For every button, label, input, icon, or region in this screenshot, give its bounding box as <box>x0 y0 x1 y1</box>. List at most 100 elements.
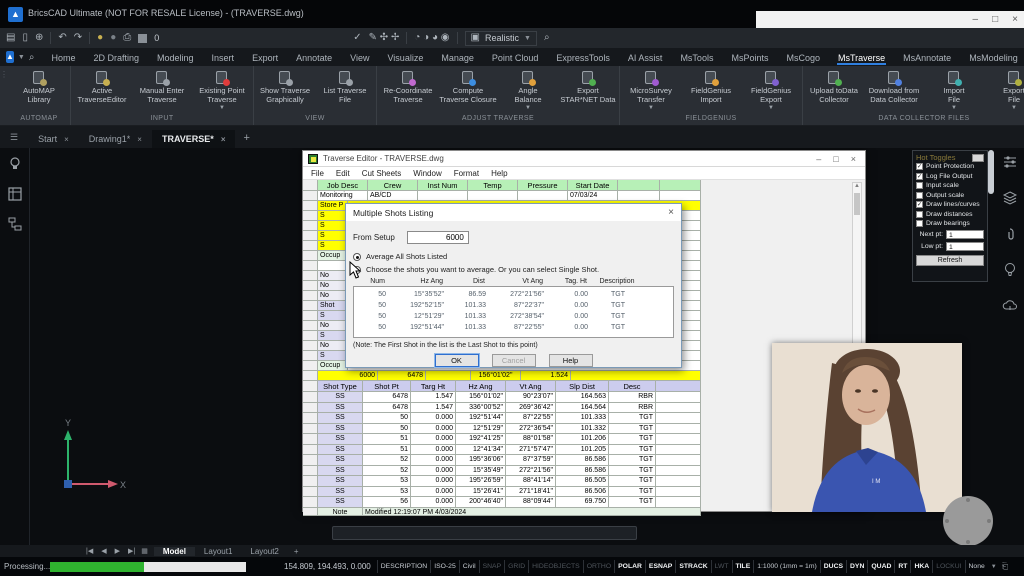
add-layout-button[interactable]: + <box>288 547 305 556</box>
editor-maximize-button[interactable]: □ <box>833 154 838 164</box>
status-dyn[interactable]: DYN <box>846 560 867 573</box>
table-cell[interactable]: 0.000 <box>411 466 456 477</box>
table-cell[interactable] <box>303 321 318 331</box>
table-cell[interactable]: S <box>318 311 348 321</box>
menu-help[interactable]: Help <box>491 169 507 178</box>
table-cell[interactable]: 86.586 <box>556 455 609 466</box>
sheet-set-icon[interactable] <box>7 186 23 202</box>
table-cell[interactable] <box>303 231 318 241</box>
table-cell[interactable] <box>303 434 318 445</box>
ribbon-tab-2d-drafting[interactable]: 2D Drafting <box>84 50 148 65</box>
table-cell[interactable]: Inst Num <box>418 180 468 191</box>
table-cell[interactable] <box>303 301 318 311</box>
table-cell[interactable] <box>656 487 701 498</box>
table-cell[interactable]: 86.505 <box>556 476 609 487</box>
checkbox-icon[interactable]: ✓ <box>916 201 923 208</box>
status-none[interactable]: None <box>965 560 988 573</box>
ribbon-button-existing-point[interactable]: Existing Point Traverse▼ <box>193 68 251 111</box>
status-strack[interactable]: STRACK <box>675 560 710 573</box>
table-cell[interactable]: 156°01'02" <box>471 371 521 381</box>
ribbon-search-icon[interactable]: ⌕ <box>29 52 35 63</box>
table-cell[interactable]: SS <box>318 455 363 466</box>
table-cell[interactable]: 15°26'41" <box>456 487 506 498</box>
ribbon-tab-msmodeling[interactable]: MsModeling <box>960 50 1024 65</box>
undo-icon[interactable]: ↶ <box>58 31 66 45</box>
table-cell[interactable] <box>656 434 701 445</box>
table-cell[interactable]: 101.332 <box>556 424 609 435</box>
ribbon-tab-visualize[interactable]: Visualize <box>378 50 432 65</box>
status-lockui[interactable]: LOCKUI <box>932 560 964 573</box>
ribbon-tab-ai-assist[interactable]: AI Assist <box>619 50 672 65</box>
table-cell[interactable]: TGT <box>609 434 656 445</box>
ribbon-tab-modeling[interactable]: Modeling <box>148 50 203 65</box>
table-cell[interactable]: SS <box>318 434 363 445</box>
ribbon-button-compute[interactable]: Compute Traverse Closure <box>439 68 497 104</box>
table-cell[interactable]: Occup <box>318 361 348 371</box>
low-pt-field[interactable]: 1 <box>946 242 984 251</box>
table-cell[interactable] <box>656 455 701 466</box>
ribbon-tab-mstraverse[interactable]: MsTraverse <box>829 50 894 65</box>
doc-tabs-menu-icon[interactable]: ☰ <box>0 132 28 148</box>
table-cell[interactable]: Shot <box>318 301 348 311</box>
table-cell[interactable]: 56 <box>363 497 411 508</box>
toggle-input-scale[interactable]: Input scale <box>916 181 984 191</box>
table-cell[interactable]: S <box>318 241 348 251</box>
layer-color-swatch[interactable] <box>138 34 147 43</box>
table-cell[interactable]: 192°51'44" <box>456 413 506 424</box>
ribbon-button-import[interactable]: Import File▼ <box>925 68 983 111</box>
table-cell[interactable] <box>303 466 318 477</box>
table-cell[interactable]: Start Date <box>568 180 618 191</box>
status-civil[interactable]: Civil <box>459 560 479 573</box>
table-cell[interactable]: 51 <box>363 434 411 445</box>
traverse-editor-titlebar[interactable]: Traverse Editor - TRAVERSE.dwg – □ × <box>303 151 865 167</box>
average-all-radio[interactable] <box>353 253 361 261</box>
status-rt[interactable]: RT <box>894 560 910 573</box>
open-icon[interactable]: ⊕ <box>35 31 43 45</box>
checkbox-icon[interactable] <box>916 192 923 199</box>
ribbon-tab-home[interactable]: Home <box>42 50 84 65</box>
ribbon-tab-annotate[interactable]: Annotate <box>287 50 341 65</box>
table-cell[interactable] <box>660 180 701 191</box>
annotate-tools-icons[interactable]: ✎ ✣ ✢ <box>369 31 400 45</box>
ribbon-button-download-from[interactable]: Download from Data Collector <box>865 68 923 104</box>
menu-file[interactable]: File <box>311 169 324 178</box>
ribbon-button-manual-enter[interactable]: Manual Enter Traverse <box>133 68 191 104</box>
toggle-draw-bearings[interactable]: Draw bearings <box>916 219 984 229</box>
table-cell[interactable]: 6000 <box>318 371 378 381</box>
table-cell[interactable] <box>303 351 318 361</box>
status-description[interactable]: DESCRIPTION <box>377 560 430 573</box>
ribbon-drag-handle[interactable]: ⋮ <box>0 66 8 125</box>
table-cell[interactable]: RBR <box>609 392 656 403</box>
table-cell[interactable]: 07/03/24 <box>568 191 618 201</box>
table-cell[interactable]: S <box>318 351 348 361</box>
table-cell[interactable] <box>303 271 318 281</box>
table-cell[interactable]: 272°36'54" <box>506 424 556 435</box>
table-cell[interactable] <box>571 371 701 381</box>
status-iso-25[interactable]: ISO-25 <box>430 560 459 573</box>
table-cell[interactable]: Modified 12:19:07 PM 4/03/2024 <box>363 508 701 516</box>
table-cell[interactable]: SS <box>318 424 363 435</box>
table-cell[interactable]: 87°22'55" <box>506 413 556 424</box>
table-cell[interactable]: 86.586 <box>556 466 609 477</box>
table-cell[interactable]: SS <box>318 413 363 424</box>
shots-list-row[interactable]: 5015°35'52"86.59272°21'56"0.00TGT <box>354 289 673 300</box>
lightbulb-icon[interactable] <box>7 156 23 172</box>
table-cell[interactable]: TGT <box>609 487 656 498</box>
table-cell[interactable]: Shot Type <box>318 381 363 392</box>
table-cell[interactable]: 101.205 <box>556 445 609 456</box>
ribbon-button-fieldgenius[interactable]: FieldGenius Import <box>682 68 740 104</box>
table-cell[interactable] <box>303 291 318 301</box>
scroll-up-icon[interactable]: ▲ <box>853 183 861 189</box>
ribbon-tab-export[interactable]: Export <box>243 50 287 65</box>
table-cell[interactable] <box>318 261 348 271</box>
ribbon-tab-view[interactable]: View <box>341 50 378 65</box>
ribbon-tab-mscogo[interactable]: MsCogo <box>777 50 829 65</box>
table-cell[interactable]: RBR <box>609 403 656 414</box>
dialog-titlebar[interactable]: Multiple Shots Listing × <box>346 204 681 221</box>
menu-format[interactable]: Format <box>454 169 479 178</box>
tab-close-icon[interactable]: × <box>137 135 142 144</box>
checkbox-icon[interactable]: ✓ <box>916 173 923 180</box>
last-layout-icon[interactable]: ▶| <box>128 547 135 555</box>
table-cell[interactable]: 12°51'29" <box>456 424 506 435</box>
editor-minimize-button[interactable]: – <box>816 154 821 164</box>
